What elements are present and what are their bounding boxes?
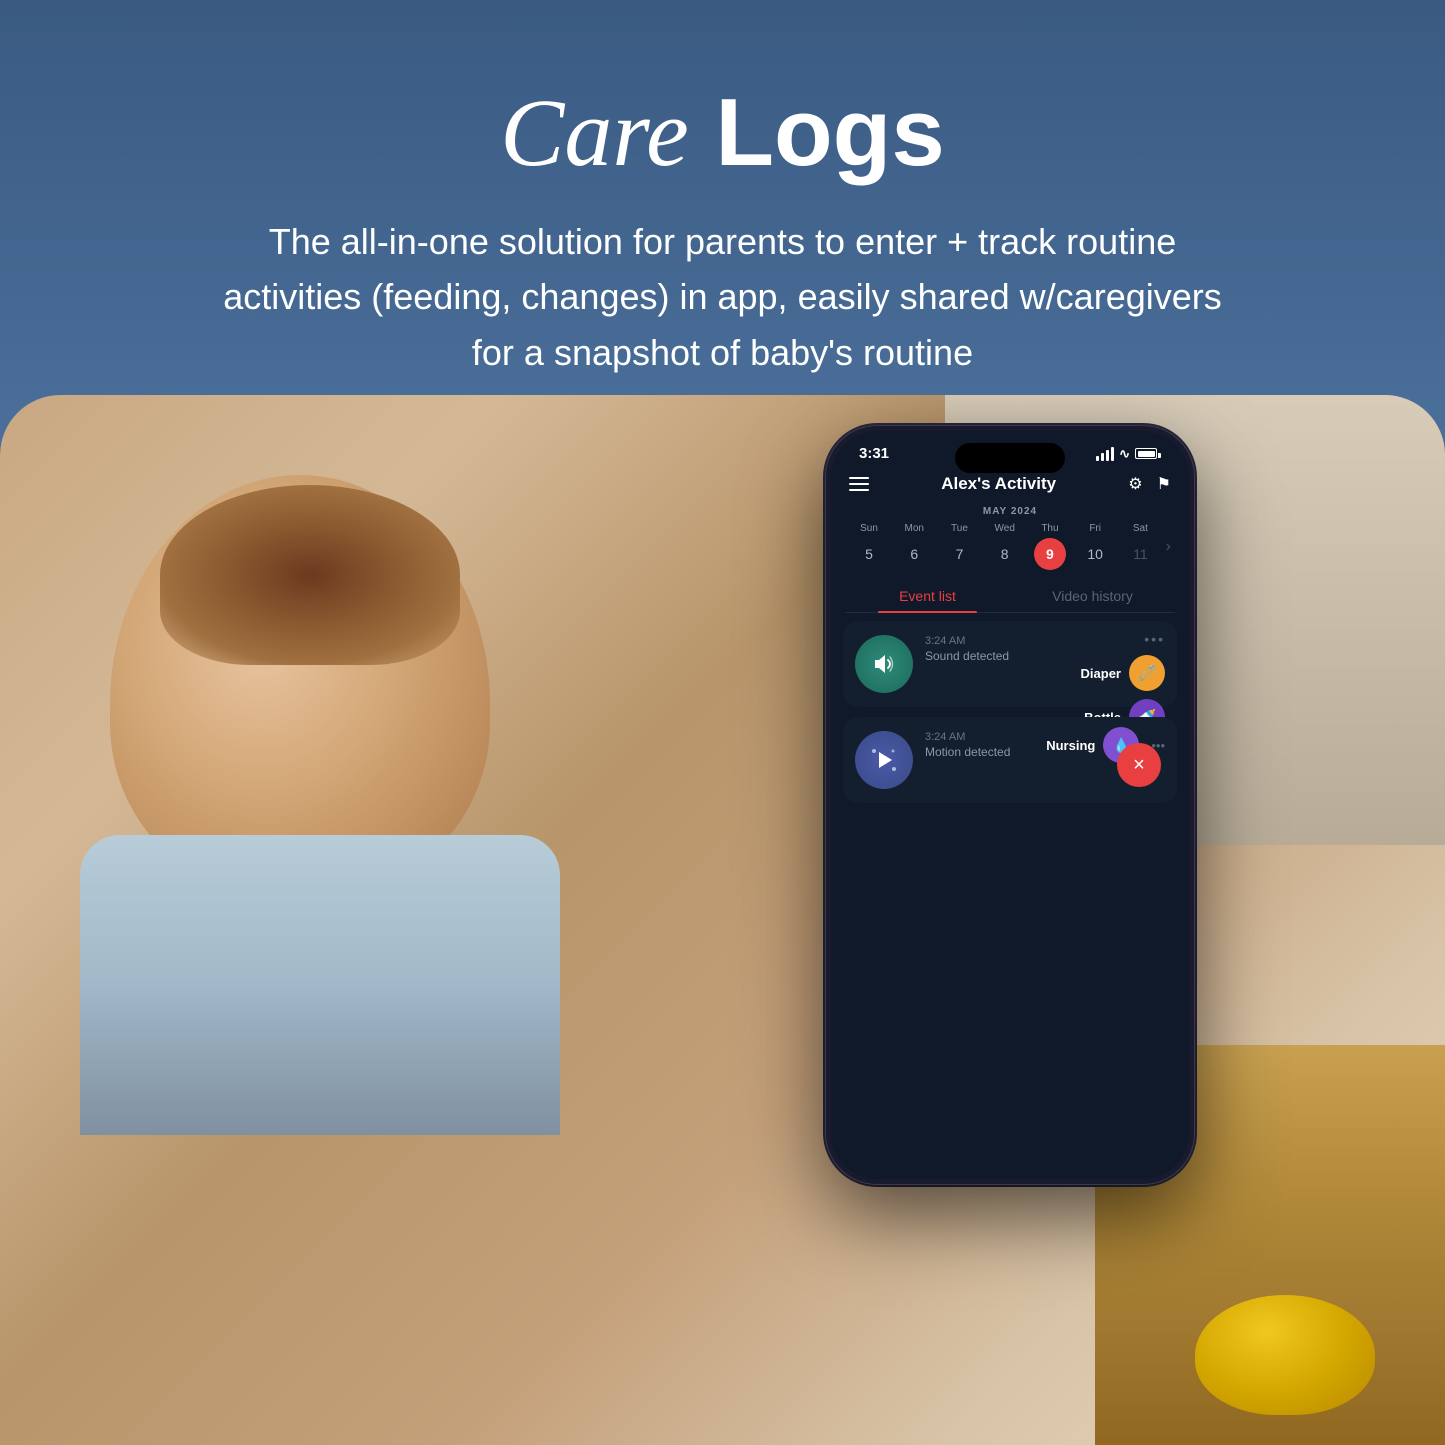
- event-card-1[interactable]: 3:24 AM Sound detected •••: [843, 621, 1177, 707]
- day-name-sun: Sun: [860, 523, 878, 534]
- hamburger-line-2: [849, 483, 869, 485]
- day-num-thu: 9: [1034, 538, 1066, 570]
- signal-bar-3: [1106, 450, 1109, 461]
- baby-body: [80, 835, 560, 1135]
- baby-head: [110, 475, 490, 895]
- baby-face: [80, 455, 580, 1155]
- day-num-wed: 8: [989, 538, 1021, 570]
- status-icons: ∿: [1096, 446, 1161, 462]
- day-name-tue: Tue: [951, 523, 968, 534]
- close-button[interactable]: ×: [1117, 743, 1161, 787]
- diaper-icon-circle[interactable]: 🧷: [1129, 655, 1165, 691]
- wifi-icon: ∿: [1119, 446, 1130, 462]
- day-mon[interactable]: Mon 6: [894, 523, 934, 570]
- tab-video-history-label: Video history: [1052, 588, 1133, 604]
- day-num-mon: 6: [898, 538, 930, 570]
- diaper-badge-row: Diaper 🧷: [1081, 655, 1165, 691]
- phone-frame: 3:31 ∿: [825, 425, 1195, 1185]
- close-icon: ×: [1133, 754, 1145, 777]
- day-fri[interactable]: Fri 10: [1075, 523, 1115, 570]
- event-card-2[interactable]: 3:24 AM Motion detected Nursing: [843, 717, 1177, 803]
- signal-icon: [1096, 447, 1114, 461]
- signal-bar-4: [1111, 447, 1114, 461]
- signal-bar-1: [1096, 456, 1099, 461]
- battery-icon: [1135, 448, 1161, 459]
- day-name-mon: Mon: [905, 523, 924, 534]
- flag-icon[interactable]: ⚑: [1157, 474, 1171, 494]
- tab-event-list[interactable]: Event list: [845, 578, 1010, 612]
- day-sun[interactable]: Sun 5: [849, 523, 889, 570]
- tab-video-history[interactable]: Video history: [1010, 578, 1175, 612]
- day-name-sat: Sat: [1133, 523, 1148, 534]
- sound-wave-icon: [871, 651, 897, 677]
- app-title: Alex's Activity: [941, 474, 1056, 494]
- day-wed[interactable]: Wed 8: [985, 523, 1025, 570]
- tab-bar: Event list Video history: [845, 578, 1175, 613]
- day-tue[interactable]: Tue 7: [939, 523, 979, 570]
- header-right-icons: ⚙ ⚑: [1128, 474, 1171, 494]
- events-list: 3:24 AM Sound detected •••: [831, 613, 1189, 821]
- phone-screen: 3:31 ∿: [831, 431, 1189, 1179]
- header-subtitle: The all-in-one solution for parents to e…: [198, 214, 1248, 381]
- background-image-container: 3:31 ∿: [0, 395, 1445, 1445]
- day-num-tue: 7: [943, 538, 975, 570]
- filter-icon[interactable]: ⚙: [1128, 474, 1142, 494]
- title-bold: Logs: [689, 79, 945, 186]
- diaper-label: Diaper: [1081, 666, 1121, 681]
- title-italic: Care: [500, 79, 688, 186]
- more-options-icon[interactable]: •••: [1144, 631, 1165, 647]
- day-num-sat: 11: [1124, 538, 1156, 570]
- day-num-fri: 10: [1079, 538, 1111, 570]
- week-row: Sun 5 Mon 6 Tue 7: [845, 523, 1175, 570]
- month-label: MAY 2024: [845, 506, 1175, 517]
- event-2-icon: [855, 731, 913, 789]
- page: Care Logs The all-in-one solution for pa…: [0, 0, 1445, 1445]
- day-name-fri: Fri: [1089, 523, 1101, 534]
- day-thu[interactable]: Thu 9: [1030, 523, 1070, 570]
- page-title: Care Logs: [198, 80, 1248, 186]
- status-time: 3:31: [859, 445, 889, 462]
- hamburger-menu-icon[interactable]: [849, 477, 869, 491]
- dynamic-island: [955, 443, 1065, 473]
- day-num-sun: 5: [853, 538, 885, 570]
- baby-hair: [160, 485, 460, 665]
- signal-bar-2: [1101, 453, 1104, 461]
- header-section: Care Logs The all-in-one solution for pa…: [48, 0, 1398, 441]
- hamburger-line-1: [849, 477, 869, 479]
- hamburger-line-3: [849, 489, 869, 491]
- nursing-label: Nursing: [1046, 738, 1095, 753]
- event-1-icon: [855, 635, 913, 693]
- yellow-bowl: [1195, 1295, 1375, 1415]
- phone: 3:31 ∿: [825, 425, 1195, 1185]
- day-name-thu: Thu: [1041, 523, 1058, 534]
- day-name-wed: Wed: [995, 523, 1015, 534]
- calendar: MAY 2024 Sun 5 Mon 6 Tue: [831, 502, 1189, 578]
- tab-event-list-label: Event list: [899, 588, 956, 604]
- diaper-icon: 🧷: [1138, 664, 1157, 682]
- calendar-next-arrow[interactable]: ›: [1166, 538, 1171, 556]
- day-sat[interactable]: Sat 11: [1120, 523, 1160, 570]
- play-icon: [871, 747, 897, 773]
